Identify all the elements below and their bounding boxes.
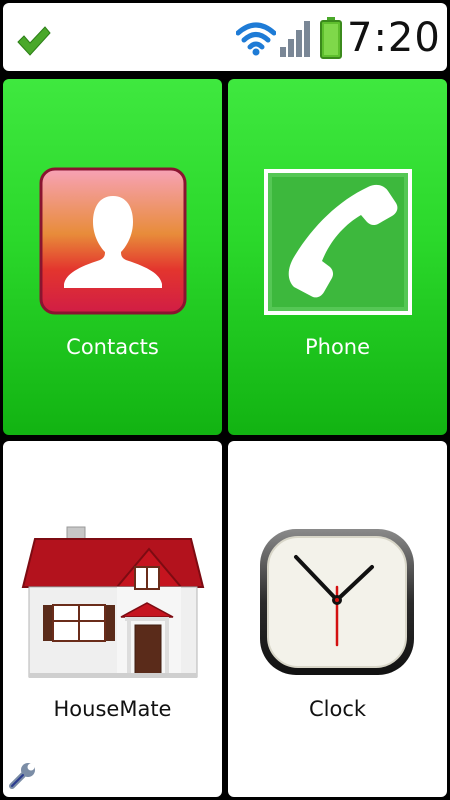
contacts-icon	[39, 167, 187, 315]
tile-housemate[interactable]: HouseMate	[3, 441, 222, 797]
wrench-icon[interactable]	[8, 760, 38, 790]
tile-clock[interactable]: Clock	[228, 441, 447, 797]
tile-label-clock: Clock	[308, 697, 367, 721]
tile-label-phone: Phone	[304, 335, 371, 359]
tile-label-contacts: Contacts	[66, 335, 159, 359]
house-icon	[21, 526, 205, 678]
signal-icon	[280, 21, 310, 57]
status-bar: 7:20	[3, 3, 447, 71]
tile-contacts[interactable]: Contacts	[3, 79, 222, 435]
clock-icon	[260, 529, 414, 675]
wifi-icon	[236, 22, 276, 56]
tile-phone[interactable]: Phone	[228, 79, 447, 435]
check-icon[interactable]	[15, 23, 51, 59]
clock-time: 7:20	[347, 15, 441, 61]
phone-icon	[264, 169, 412, 315]
battery-icon	[320, 17, 342, 59]
tile-label-housemate: HouseMate	[53, 697, 172, 721]
